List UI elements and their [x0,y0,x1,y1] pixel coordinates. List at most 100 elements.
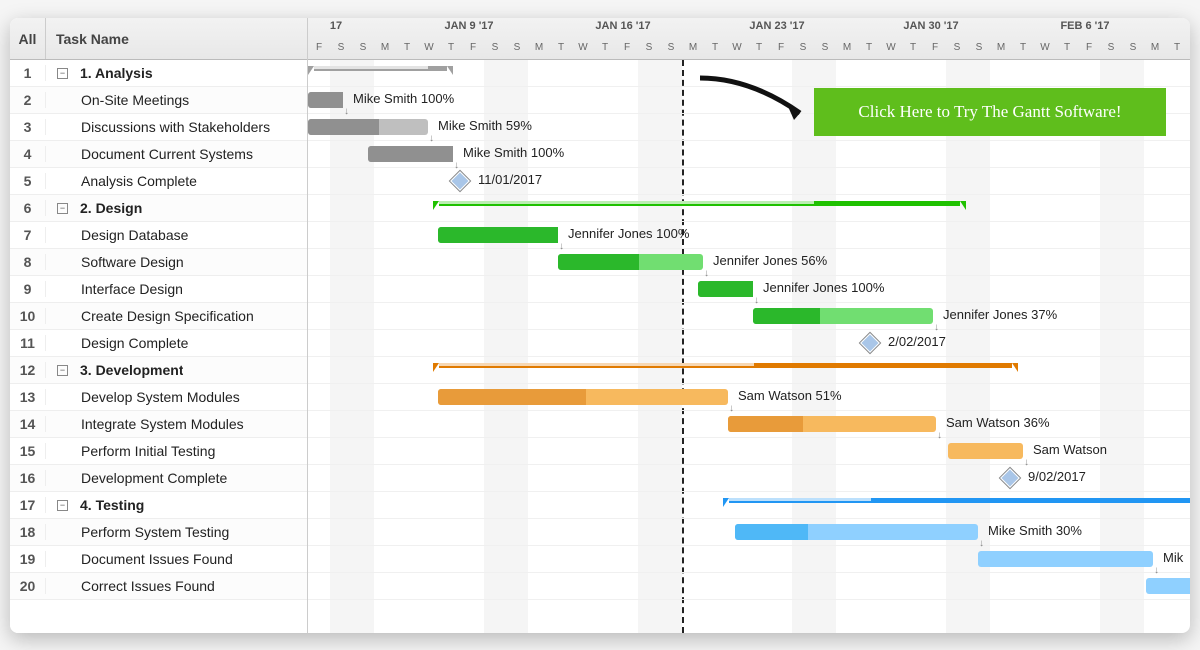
task-row[interactable]: 9Interface Design [10,276,307,303]
task-row[interactable]: 17−4. Testing [10,492,307,519]
task-row[interactable]: 10Create Design Specification [10,303,307,330]
milestone-diamond-icon[interactable] [1000,468,1020,488]
row-number: 6 [10,200,46,216]
collapse-toggle-icon[interactable]: − [57,365,68,376]
cta-try-software-button[interactable]: Click Here to Try The Gantt Software! [814,88,1166,136]
day-letter: S [800,42,807,53]
summary-bar[interactable] [723,498,1190,507]
day-letter: S [668,42,675,53]
gantt-row: 9/02/2017 [308,465,1190,492]
task-bar-label: Mike Smith 30% [988,523,1082,538]
summary-bar[interactable] [433,201,966,210]
row-number: 7 [10,227,46,243]
task-name-label: Perform Initial Testing [51,443,215,459]
task-name-label: Software Design [51,254,184,270]
task-bar[interactable]: Mike Smith 59% [308,119,428,135]
summary-bar[interactable] [308,66,453,75]
gantt-row: ↓Sam Watson 36% [308,411,1190,438]
week-label: FEB 6 '17 [1060,20,1109,32]
day-letter: S [954,42,961,53]
task-row[interactable]: 7Design Database [10,222,307,249]
task-name-label: Development Complete [51,470,227,486]
gantt-row: ↓ [308,573,1190,600]
task-row[interactable]: 2On-Site Meetings [10,87,307,114]
day-letter: M [381,42,389,53]
task-name-label: Create Design Specification [51,308,254,324]
task-bar[interactable]: Jennifer Jones 100% [698,281,753,297]
task-bar[interactable]: Sam Watson 51% [438,389,728,405]
milestone-diamond-icon[interactable] [860,333,880,353]
row-number: 5 [10,173,46,189]
task-row[interactable]: 15Perform Initial Testing [10,438,307,465]
gantt-row: ↓Jennifer Jones 100% [308,222,1190,249]
day-letter: T [602,42,608,53]
task-row[interactable]: 8 Software Design [10,249,307,276]
column-all-header[interactable]: All [10,18,46,59]
day-letter: S [1108,42,1115,53]
task-bar[interactable]: Jennifer Jones 100% [438,227,558,243]
task-bar-label: Mike Smith 100% [353,91,454,106]
row-number: 3 [10,119,46,135]
day-letter: T [404,42,410,53]
day-letter: F [1086,42,1092,53]
task-bar[interactable]: Sam Watson 36% [728,416,936,432]
day-letter: T [712,42,718,53]
milestone-label: 11/01/2017 [478,172,542,187]
task-row[interactable]: 12−3. Development [10,357,307,384]
week-label: JAN 16 '17 [595,20,650,32]
task-name-label: Design Complete [51,335,188,351]
gantt-row: ↓Mike Smith 100% [308,141,1190,168]
task-bar-label: Jennifer Jones 37% [943,307,1057,322]
task-row[interactable]: 20 Correct Issues Found [10,573,307,600]
collapse-toggle-icon[interactable]: − [57,500,68,511]
task-name-label: 3. Development [74,362,183,378]
task-bar[interactable]: Mike Smith 100% [368,146,453,162]
day-letter: F [778,42,784,53]
gantt-body[interactable]: ↓Mike Smith 100%↓Mike Smith 59%↓Mike Smi… [308,60,1190,633]
milestone-diamond-icon[interactable] [450,171,470,191]
task-bar-label: Mike Smith 59% [438,118,532,133]
column-taskname-header[interactable]: Task Name [46,18,307,59]
day-letter: T [866,42,872,53]
row-number: 20 [10,578,46,594]
task-bar[interactable]: Sam Watson [948,443,1023,459]
task-bar[interactable] [1146,578,1190,594]
task-name-label: Document Issues Found [51,551,233,567]
row-number: 12 [10,362,46,378]
day-letter: W [886,42,895,53]
task-bar-label: Sam Watson 36% [946,415,1050,430]
collapse-toggle-icon[interactable]: − [57,68,68,79]
task-row[interactable]: 1−1. Analysis [10,60,307,87]
day-letter: T [1064,42,1070,53]
task-row[interactable]: 18Perform System Testing [10,519,307,546]
task-row[interactable]: 4Document Current Systems [10,141,307,168]
task-row[interactable]: 13Develop System Modules [10,384,307,411]
row-number: 14 [10,416,46,432]
task-bar[interactable]: Mike Smith 30% [735,524,978,540]
task-row[interactable]: 5Analysis Complete [10,168,307,195]
task-bar[interactable]: Jennifer Jones 56% [558,254,703,270]
day-letter: S [646,42,653,53]
row-number: 8 [10,254,46,270]
task-bar[interactable]: Mik [978,551,1153,567]
task-bar[interactable]: Mike Smith 100% [308,92,343,108]
summary-bar[interactable] [433,363,1018,372]
gantt-row: ↓Jennifer Jones 56% [308,249,1190,276]
task-name-label: Correct Issues Found [51,578,215,594]
day-letter: T [1020,42,1026,53]
task-row[interactable]: 16Development Complete [10,465,307,492]
week-label: JAN 9 '17 [444,20,493,32]
task-row[interactable]: 6−2. Design [10,195,307,222]
day-letter: S [360,42,367,53]
row-number: 9 [10,281,46,297]
day-letter: T [448,42,454,53]
task-row[interactable]: 14Integrate System Modules [10,411,307,438]
task-row[interactable]: 3Discussions with Stakeholders [10,114,307,141]
task-name-label: 4. Testing [74,497,144,513]
task-row[interactable]: 11Design Complete [10,330,307,357]
milestone-label: 2/02/2017 [888,334,946,349]
collapse-toggle-icon[interactable]: − [57,203,68,214]
task-bar[interactable]: Jennifer Jones 37% [753,308,933,324]
task-bar-label: Mike Smith 100% [463,145,564,160]
task-row[interactable]: 19Document Issues Found [10,546,307,573]
